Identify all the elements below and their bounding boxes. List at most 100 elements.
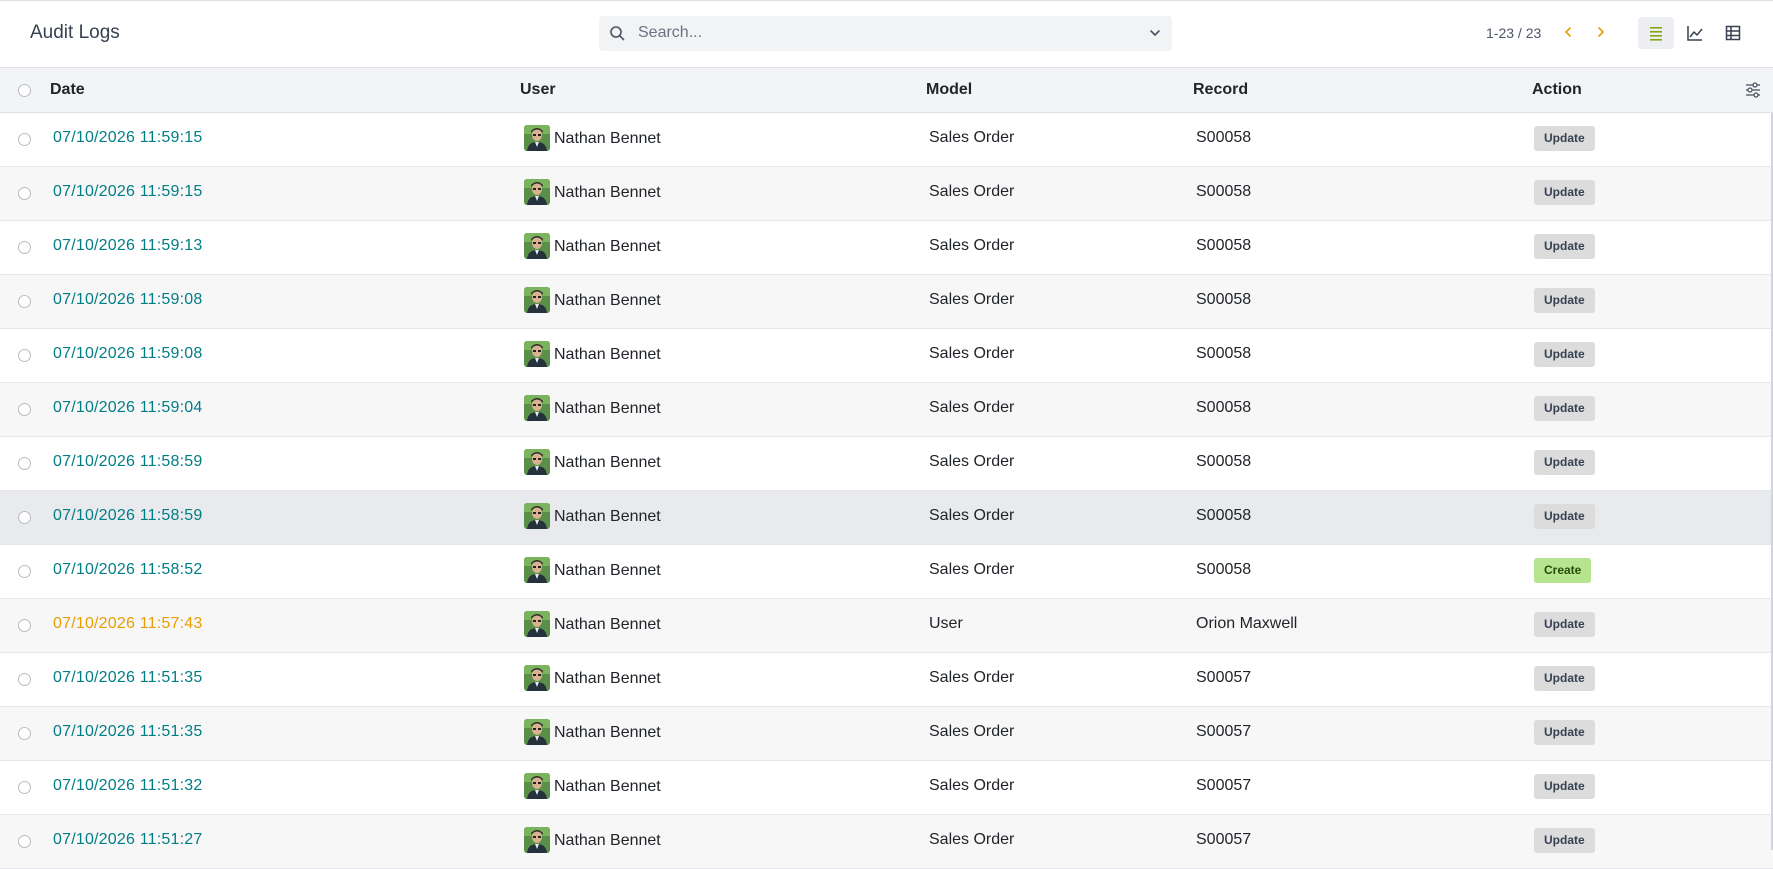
column-header-record[interactable]: Record (1193, 81, 1248, 99)
search-icon (610, 26, 625, 41)
avatar (524, 503, 550, 529)
row-model: Sales Order (929, 291, 1015, 308)
user-avatar-icon (524, 557, 550, 583)
pager-value[interactable]: 1-23 / 23 (1486, 25, 1541, 41)
row-date-link[interactable]: 07/10/2026 11:59:13 (53, 237, 202, 255)
row-record: S00057 (1196, 669, 1252, 686)
table-row[interactable]: 07/10/2026 11:59:15 Nathan Bennet Sales Or… (0, 113, 1773, 167)
table-row[interactable]: 07/10/2026 11:51:35 Nathan Bennet Sales Or… (0, 707, 1773, 761)
table-row[interactable]: 07/10/2026 11:59:04 Nathan Bennet Sales Or… (0, 383, 1773, 437)
row-checkbox[interactable] (18, 187, 31, 200)
row-date-link[interactable]: 07/10/2026 11:59:04 (53, 399, 202, 417)
table-row[interactable]: 07/10/2026 11:51:32 Nathan Bennet Sales Or… (0, 761, 1773, 815)
avatar (524, 341, 550, 367)
row-checkbox[interactable] (18, 835, 31, 848)
table-row[interactable]: 07/10/2026 11:59:08 Nathan Bennet Sales Or… (0, 329, 1773, 383)
pager-next-button[interactable] (1590, 21, 1612, 43)
list-icon (1650, 27, 1662, 41)
row-user: Nathan Bennet (554, 346, 661, 363)
row-model: Sales Order (929, 183, 1015, 200)
search-bar[interactable]: Search... (599, 16, 1172, 51)
avatar (524, 827, 550, 853)
table-row[interactable]: 07/10/2026 11:59:15 Nathan Bennet Sales Or… (0, 167, 1773, 221)
row-checkbox[interactable] (18, 727, 31, 740)
optional-columns-settings-icon[interactable] (1745, 82, 1761, 98)
row-model: User (929, 615, 963, 632)
row-checkbox[interactable] (18, 781, 31, 794)
row-date-link[interactable]: 07/10/2026 11:51:27 (53, 831, 202, 849)
user-avatar-icon (524, 179, 550, 205)
row-date-link[interactable]: 07/10/2026 11:57:43 (53, 615, 202, 633)
select-all-checkbox[interactable] (18, 84, 31, 97)
row-user: Nathan Bennet (554, 454, 661, 471)
row-checkbox[interactable] (18, 511, 31, 524)
row-model: Sales Order (929, 507, 1015, 524)
column-header-model[interactable]: Model (926, 81, 972, 99)
search-input[interactable]: Search... (638, 24, 702, 42)
table-row[interactable]: 07/10/2026 11:51:35 Nathan Bennet Sales Or… (0, 653, 1773, 707)
table-row[interactable]: 07/10/2026 11:58:52 Nathan Bennet Sales Or… (0, 545, 1773, 599)
row-date-link[interactable]: 07/10/2026 11:58:52 (53, 561, 202, 579)
row-checkbox[interactable] (18, 295, 31, 308)
line-chart-icon (1687, 26, 1703, 41)
column-header-user[interactable]: User (520, 81, 556, 99)
table-row[interactable]: 07/10/2026 11:58:59 Nathan Bennet Sales Or… (0, 491, 1773, 545)
table-row[interactable]: 07/10/2026 11:59:08 Nathan Bennet Sales Or… (0, 275, 1773, 329)
row-checkbox[interactable] (18, 403, 31, 416)
chevron-down-icon[interactable] (1148, 26, 1162, 40)
list-view-button[interactable] (1638, 17, 1674, 49)
action-badge: Update (1534, 234, 1595, 259)
row-date-link[interactable]: 07/10/2026 11:51:32 (53, 777, 202, 795)
row-checkbox[interactable] (18, 565, 31, 578)
avatar (524, 719, 550, 745)
row-model: Sales Order (929, 453, 1015, 470)
row-date-link[interactable]: 07/10/2026 11:59:08 (53, 345, 202, 363)
row-user: Nathan Bennet (554, 400, 661, 417)
row-record: S00057 (1196, 831, 1252, 848)
row-model: Sales Order (929, 399, 1015, 416)
row-record: Orion Maxwell (1196, 615, 1298, 632)
row-model: Sales Order (929, 831, 1015, 848)
action-badge: Update (1534, 450, 1595, 475)
graph-view-button[interactable] (1677, 17, 1713, 49)
row-checkbox[interactable] (18, 133, 31, 146)
action-badge: Update (1534, 504, 1595, 529)
action-badge: Update (1534, 180, 1595, 205)
row-date-link[interactable]: 07/10/2026 11:58:59 (53, 507, 202, 525)
row-date-link[interactable]: 07/10/2026 11:58:59 (53, 453, 202, 471)
row-record: S00057 (1196, 777, 1252, 794)
chevron-right-icon (1598, 27, 1604, 37)
row-checkbox[interactable] (18, 673, 31, 686)
row-date-link[interactable]: 07/10/2026 11:59:15 (53, 183, 202, 201)
table-header: Date User Model Record Action (0, 68, 1773, 113)
row-date-link[interactable]: 07/10/2026 11:51:35 (53, 669, 202, 687)
row-date-link[interactable]: 07/10/2026 11:59:15 (53, 129, 202, 147)
control-panel: Audit Logs Search... 1-23 / 23 (0, 0, 1773, 68)
action-badge: Update (1534, 720, 1595, 745)
row-checkbox[interactable] (18, 241, 31, 254)
table-row[interactable]: 07/10/2026 11:58:59 Nathan Bennet Sales Or… (0, 437, 1773, 491)
action-badge: Update (1534, 828, 1595, 853)
chevron-left-icon (1565, 27, 1571, 37)
row-checkbox[interactable] (18, 457, 31, 470)
row-model: Sales Order (929, 723, 1015, 740)
column-header-action[interactable]: Action (1532, 81, 1582, 99)
avatar (524, 449, 550, 475)
row-date-link[interactable]: 07/10/2026 11:59:08 (53, 291, 202, 309)
column-header-date[interactable]: Date (50, 81, 85, 99)
row-record: S00058 (1196, 237, 1252, 254)
row-user: Nathan Bennet (554, 562, 661, 579)
table-row[interactable]: 07/10/2026 11:57:43 Nathan Bennet User Orio… (0, 599, 1773, 653)
pivot-view-button[interactable] (1715, 17, 1751, 49)
avatar (524, 665, 550, 691)
user-avatar-icon (524, 125, 550, 151)
row-date-link[interactable]: 07/10/2026 11:51:35 (53, 723, 202, 741)
table-row[interactable]: 07/10/2026 11:59:13 Nathan Bennet Sales Or… (0, 221, 1773, 275)
row-checkbox[interactable] (18, 349, 31, 362)
table-row[interactable]: 07/10/2026 11:51:27 Nathan Bennet Sales Or… (0, 815, 1773, 869)
row-record: S00058 (1196, 561, 1252, 578)
row-user: Nathan Bennet (554, 778, 661, 795)
pager-previous-button[interactable] (1557, 21, 1579, 43)
row-record: S00058 (1196, 345, 1252, 362)
row-checkbox[interactable] (18, 619, 31, 632)
